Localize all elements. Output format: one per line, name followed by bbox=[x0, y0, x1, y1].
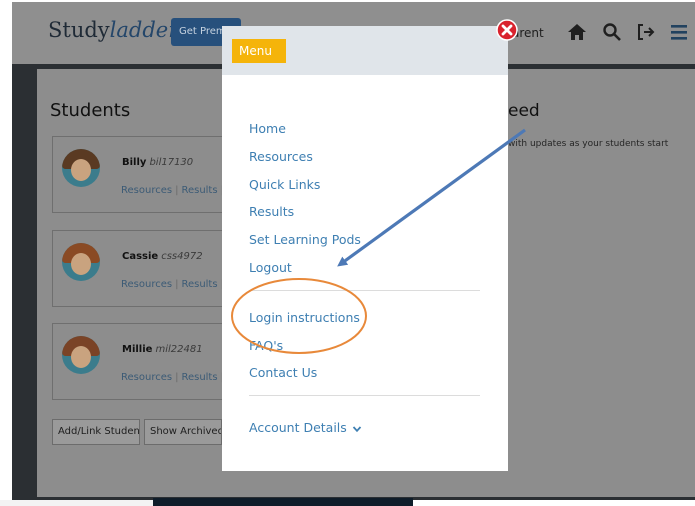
annotation-circle bbox=[231, 278, 367, 354]
screenshot-root: Studyladder Get Premi arent Students Bil… bbox=[0, 0, 695, 506]
annotation-arrow bbox=[337, 128, 526, 267]
annotation-overlay bbox=[231, 128, 526, 354]
